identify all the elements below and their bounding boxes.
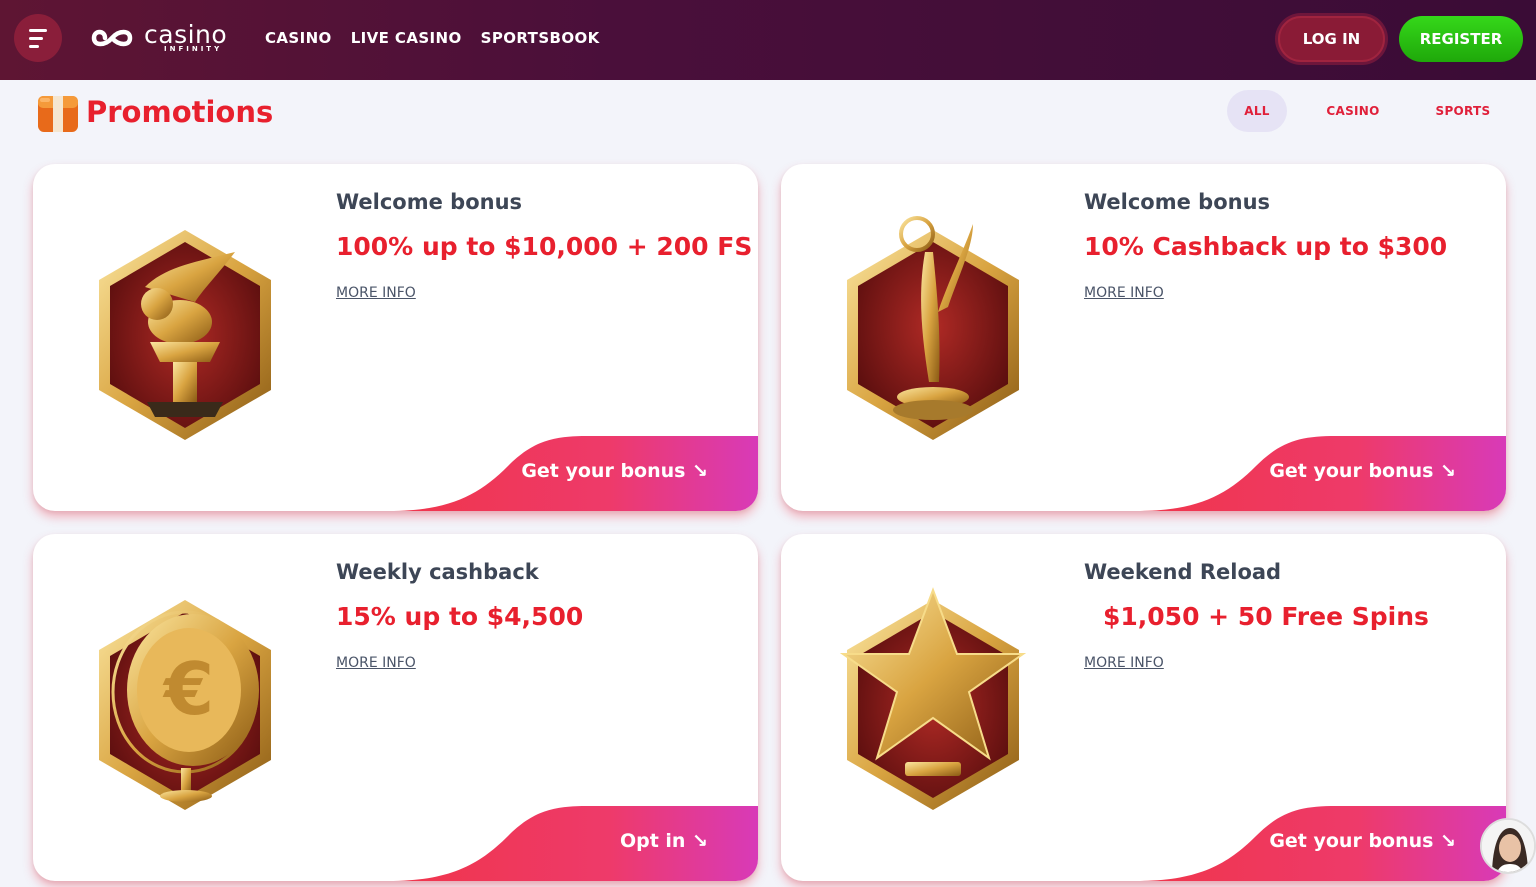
euro-coin-icon: € [99,600,271,810]
promo-title: Welcome bonus [1084,190,1271,214]
logo-sub-text: INFINITY [164,44,223,53]
logo-main-text: casino [144,19,228,49]
promo-card-weekly-cashback: € Weekly cashback 15% up to $4,500 MORE … [33,534,758,881]
get-bonus-button[interactable]: Get your bonus ↘ [1136,436,1506,511]
main-nav: CASINO LIVE CASINO SPORTSBOOK [265,29,600,47]
login-button[interactable]: LOG IN [1278,16,1385,62]
svg-text:€: € [162,647,214,731]
promo-offer: $1,050 + 50 Free Spins [1103,602,1429,631]
more-info-link[interactable]: MORE INFO [336,285,416,301]
cta-label: Get your bonus ↘ [521,460,708,482]
cta-label: Opt in ↘ [619,830,708,852]
nav-casino[interactable]: CASINO [265,29,332,47]
nav-sportsbook[interactable]: SPORTSBOOK [481,29,600,47]
get-bonus-button[interactable]: Get your bonus ↘ [388,436,758,511]
cta-label: Get your bonus ↘ [1269,460,1456,482]
filter-all[interactable]: ALL [1227,90,1287,132]
filter-sports[interactable]: SPORTS [1419,90,1507,132]
opt-in-button[interactable]: Opt in ↘ [388,806,758,881]
promo-title: Weekend Reload [1084,560,1282,584]
promo-card-weekend-reload: Weekend Reload $1,050 + 50 Free Spins MO… [781,534,1506,881]
more-info-link[interactable]: MORE INFO [1084,285,1164,301]
hamburger-menu-icon[interactable] [14,14,62,62]
logo-text: casino INFINITY [144,19,228,53]
page-title: Promotions [86,95,274,129]
winged-lion-trophy-icon [99,230,271,440]
promo-title: Weekly cashback [336,560,539,584]
live-chat-avatar[interactable] [1480,818,1536,874]
casino-infinity-logo[interactable]: casino INFINITY [90,20,240,56]
promo-card-welcome-bonus-2: Welcome bonus 10% Cashback up to $300 MO… [781,164,1506,511]
promo-card-welcome-bonus-1: Welcome bonus 100% up to $10,000 + 200 F… [33,164,758,511]
nav-live-casino[interactable]: LIVE CASINO [351,29,462,47]
cta-label: Get your bonus ↘ [1269,830,1456,852]
promo-title: Welcome bonus [336,190,523,214]
promotion-filters: ALL CASINO SPORTS [1227,90,1507,132]
filter-casino[interactable]: CASINO [1287,90,1419,132]
support-agent-icon [1482,820,1534,872]
promotions-heading: Promotions [36,90,273,134]
register-button[interactable]: REGISTER [1399,16,1523,62]
get-bonus-button[interactable]: Get your bonus ↘ [1136,806,1506,881]
promo-offer: 100% up to $10,000 + 200 FS [336,232,753,261]
infinity-logo-icon [91,29,133,47]
promo-offer: 10% Cashback up to $300 [1084,232,1448,261]
more-info-link[interactable]: MORE INFO [336,655,416,671]
gift-box-icon [38,96,78,132]
award-statue-icon [847,216,1019,440]
top-header: casino INFINITY CASINO LIVE CASINO SPORT… [0,0,1536,80]
promo-offer: 15% up to $4,500 [336,602,584,631]
more-info-link[interactable]: MORE INFO [1084,655,1164,671]
gold-star-icon [839,587,1027,810]
